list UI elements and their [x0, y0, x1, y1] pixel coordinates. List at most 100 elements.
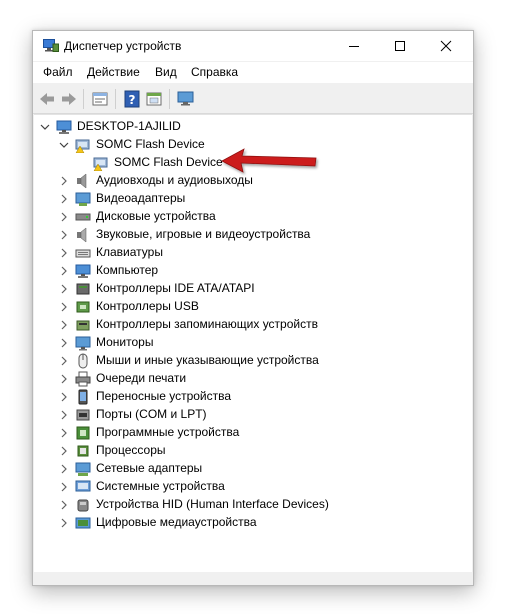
- computer-icon: [56, 120, 72, 134]
- tree-item-category[interactable]: Процессоры: [34, 442, 434, 460]
- chevron-right-icon[interactable]: [59, 211, 69, 223]
- printer-icon: [75, 371, 91, 387]
- close-button[interactable]: [423, 31, 469, 61]
- tree-item-category[interactable]: Контроллеры запоминающих устройств: [34, 316, 434, 334]
- device-manager-app-icon: [43, 39, 59, 52]
- hid-icon: [77, 499, 89, 512]
- properties-icon[interactable]: [90, 89, 110, 109]
- close-icon: [440, 40, 452, 52]
- chevron-right-icon[interactable]: [59, 481, 69, 493]
- disk-drive-icon: [75, 213, 91, 221]
- software-device-icon: [76, 426, 90, 440]
- tree-item-category[interactable]: Контроллеры USB: [34, 298, 434, 316]
- chevron-right-icon[interactable]: [59, 229, 69, 241]
- tree-item-category[interactable]: Переносные устройства: [34, 388, 434, 406]
- tree-item-category[interactable]: Звуковые, игровые и видеоустройства: [34, 226, 434, 244]
- tree-item-category[interactable]: Устройства HID (Human Interface Devices): [34, 496, 434, 514]
- ide-icon: [76, 283, 90, 295]
- portable-device-icon: [78, 389, 88, 405]
- tree-item-label: Устройства HID (Human Interface Devices): [96, 497, 329, 511]
- chevron-right-icon[interactable]: [59, 499, 69, 511]
- chevron-right-icon[interactable]: [59, 409, 69, 421]
- monitor-scan-icon[interactable]: [176, 89, 196, 109]
- tree-item-label: Звуковые, игровые и видеоустройства: [96, 227, 311, 241]
- tree-item-label: Компьютер: [96, 263, 159, 277]
- forward-arrow-icon[interactable]: [59, 89, 79, 109]
- chevron-right-icon[interactable]: [59, 193, 69, 205]
- chevron-right-icon[interactable]: [59, 373, 69, 385]
- tree-item-category[interactable]: Видеоадаптеры: [34, 190, 434, 208]
- view-icon[interactable]: [144, 89, 164, 109]
- maximize-button[interactable]: [377, 31, 423, 61]
- chevron-right-icon[interactable]: [59, 319, 69, 331]
- tree-item-category[interactable]: Аудиовходы и аудиовыходы: [34, 172, 434, 190]
- toolbar: ?: [33, 84, 473, 114]
- maximize-icon: [395, 41, 405, 51]
- tree-item-category[interactable]: Цифровые медиаустройства: [34, 514, 434, 532]
- chevron-right-icon[interactable]: [59, 463, 69, 475]
- tree-item-label: Цифровые медиаустройства: [96, 515, 257, 529]
- tree-item-label: Процессоры: [96, 443, 166, 457]
- help-icon[interactable]: ?: [122, 89, 142, 109]
- display-adapter-icon: [75, 192, 91, 206]
- chevron-down-icon[interactable]: [59, 139, 69, 151]
- window-title: Диспетчер устройств: [64, 39, 182, 53]
- tree-root-label: DESKTOP-1AJILID: [77, 119, 181, 133]
- chevron-right-icon[interactable]: [59, 175, 69, 187]
- tree-item-category[interactable]: Компьютер: [34, 262, 434, 280]
- chevron-right-icon[interactable]: [59, 247, 69, 259]
- tree-item-category[interactable]: Сетевые адаптеры: [34, 460, 434, 478]
- minimize-icon: [349, 46, 359, 47]
- computer-icon: [75, 264, 91, 278]
- network-icon: [75, 462, 91, 476]
- menu-file[interactable]: Файл: [43, 65, 73, 79]
- mouse-icon: [78, 353, 88, 369]
- toolbar-separator: [83, 89, 84, 109]
- tree-item-label: Контроллеры USB: [96, 299, 199, 313]
- tree-item-category[interactable]: Порты (COM и LPT): [34, 406, 434, 424]
- tree-item-label: Контроллеры запоминающих устройств: [96, 317, 318, 331]
- chevron-right-icon[interactable]: [59, 445, 69, 457]
- speaker-icon: [77, 173, 87, 189]
- tree-item-label: SOMC Flash Device: [114, 155, 223, 169]
- tree-item-category[interactable]: Очереди печати: [34, 370, 434, 388]
- menu-help[interactable]: Справка: [191, 65, 238, 79]
- tree-item-category[interactable]: Программные устройства: [34, 424, 434, 442]
- chevron-right-icon[interactable]: [59, 391, 69, 403]
- device-warning-icon: [93, 157, 108, 171]
- chevron-right-icon[interactable]: [59, 427, 69, 439]
- usb-icon: [76, 301, 90, 313]
- monitor-icon: [75, 336, 91, 351]
- back-arrow-icon[interactable]: [37, 89, 57, 109]
- menu-action[interactable]: Действие: [87, 65, 140, 79]
- chevron-right-icon[interactable]: [59, 355, 69, 367]
- tree-item-somc-device[interactable]: SOMC Flash Device: [34, 154, 434, 172]
- tree-item-label: Мыши и иные указывающие устройства: [96, 353, 319, 367]
- tree-item-category[interactable]: Контроллеры IDE ATA/ATAPI: [34, 280, 434, 298]
- chevron-right-icon[interactable]: [59, 283, 69, 295]
- chevron-down-icon[interactable]: [40, 121, 50, 133]
- keyboard-icon: [75, 249, 91, 258]
- tree-item-category[interactable]: Дисковые устройства: [34, 208, 434, 226]
- minimize-button[interactable]: [331, 31, 377, 61]
- tree-item-label: Очереди печати: [96, 371, 187, 385]
- tree-item-label: Видеоадаптеры: [96, 191, 186, 205]
- tree-item-category[interactable]: Клавиатуры: [34, 244, 434, 262]
- tree-item-category[interactable]: Мыши и иные указывающие устройства: [34, 352, 434, 370]
- tree-item-label: Дисковые устройства: [96, 209, 216, 223]
- tree-root-computer[interactable]: DESKTOP-1AJILID: [34, 118, 434, 136]
- tree-item-somc-group[interactable]: SOMC Flash Device: [34, 136, 434, 154]
- menu-view[interactable]: Вид: [155, 65, 177, 79]
- chevron-right-icon[interactable]: [59, 265, 69, 277]
- tree-item-label: Порты (COM и LPT): [96, 407, 207, 421]
- device-manager-window: Диспетчер устройств Файл Действие Вид Сп…: [32, 30, 474, 586]
- chevron-right-icon[interactable]: [59, 337, 69, 349]
- tree-item-category[interactable]: Мониторы: [34, 334, 434, 352]
- chevron-right-icon[interactable]: [59, 517, 69, 529]
- title-bar: Диспетчер устройств: [33, 31, 473, 61]
- svg-text:?: ?: [129, 93, 136, 107]
- chevron-right-icon[interactable]: [59, 301, 69, 313]
- storage-controller-icon: [76, 320, 90, 331]
- tree-item-category[interactable]: Системные устройства: [34, 478, 434, 496]
- device-tree[interactable]: DESKTOP-1AJILID SOMC Flash Device SOMC F…: [34, 114, 472, 572]
